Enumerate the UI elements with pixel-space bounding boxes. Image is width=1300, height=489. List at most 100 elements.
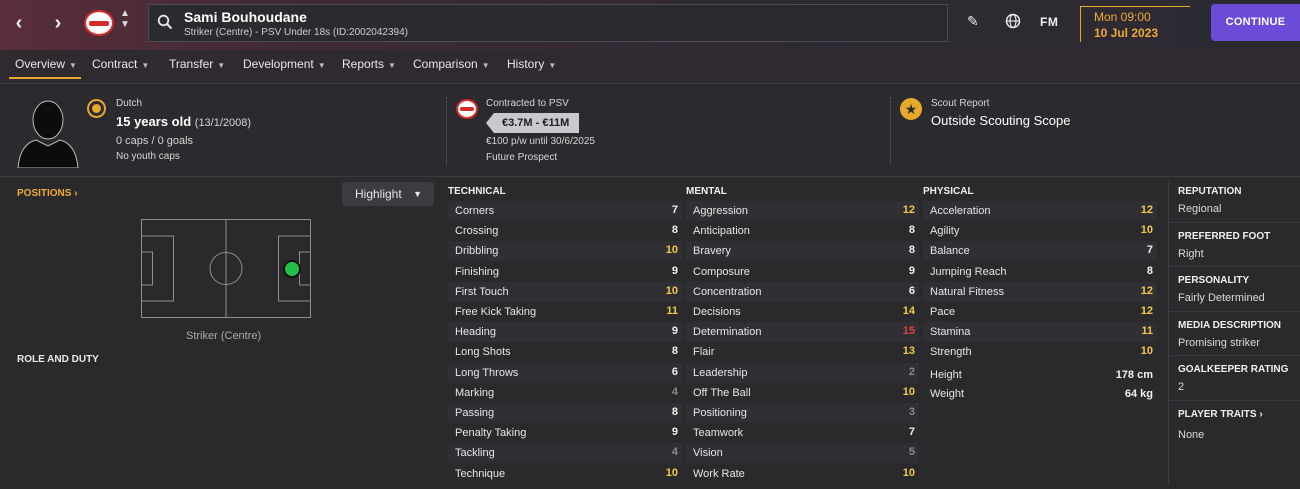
attribute-row[interactable]: Marking 4 — [448, 383, 682, 403]
attribute-row[interactable]: Vision 5 — [686, 443, 919, 464]
attribute-value: 9 — [671, 426, 678, 439]
attribute-row[interactable]: Composure 9 — [686, 262, 919, 282]
attribute-row[interactable]: Technique 10 — [448, 464, 682, 484]
attribute-value: 12 — [1140, 305, 1153, 317]
attribute-row[interactable]: Passing 8 — [448, 403, 682, 423]
height-row: Height 178 cm — [930, 369, 1155, 381]
attribute-value: 15 — [902, 325, 915, 338]
tab-label: Transfer — [169, 57, 214, 71]
tab-reports[interactable]: Reports ▼ — [342, 57, 396, 71]
attribute-value: 7 — [908, 426, 915, 439]
attribute-name: Leadership — [693, 366, 748, 379]
position-pitch[interactable] — [141, 219, 311, 318]
tab-label: Comparison — [413, 57, 478, 71]
attribute-name: Tackling — [455, 447, 495, 460]
tab-contract[interactable]: Contract ▼ — [92, 57, 149, 71]
attribute-row[interactable]: Positioning 3 — [686, 403, 919, 423]
youth-caps: No youth caps — [116, 151, 180, 162]
transfer-value-badge[interactable]: €3.7M - €11M — [486, 113, 580, 133]
attribute-row[interactable]: Tackling 4 — [448, 443, 682, 464]
scout-value[interactable]: Outside Scouting Scope — [931, 113, 1070, 128]
attribute-row[interactable]: Strength 10 — [923, 342, 1157, 362]
nationality-flag-icon[interactable] — [89, 101, 104, 116]
club-logo[interactable] — [456, 99, 478, 119]
attribute-name: Technique — [455, 467, 506, 480]
tab-development[interactable]: Development ▼ — [243, 57, 326, 71]
attribute-row[interactable]: Corners 7 — [448, 201, 682, 221]
forward-icon[interactable]: › — [48, 12, 68, 34]
attribute-row[interactable]: Aggression 12 — [686, 201, 919, 221]
attribute-row[interactable]: Anticipation 8 — [686, 221, 919, 241]
attribute-name: Crossing — [455, 225, 499, 238]
club-logo[interactable] — [84, 10, 114, 36]
attribute-value: 3 — [908, 406, 915, 418]
attribute-value: 5 — [908, 446, 915, 459]
back-icon[interactable]: ‹ — [9, 12, 29, 34]
player-cycle-arrows[interactable]: ▲ ▼ — [119, 8, 131, 30]
reputation-value: Regional — [1178, 203, 1222, 215]
tab-history[interactable]: History ▼ — [507, 57, 556, 71]
attribute-row[interactable]: Bravery 8 — [686, 241, 919, 262]
attribute-name: Long Shots — [455, 346, 511, 359]
attribute-row[interactable]: Pace 12 — [923, 302, 1157, 322]
chevron-up-icon[interactable]: ▲ — [119, 8, 131, 19]
divider — [1170, 266, 1300, 267]
attribute-row[interactable]: Crossing 8 — [448, 221, 682, 241]
fm-logo[interactable]: FM — [1040, 15, 1058, 29]
player-age: 15 years old (13/1/2008) — [116, 114, 251, 129]
attribute-value: 8 — [1146, 264, 1153, 277]
player-traits-link[interactable]: PLAYER TRAITS › — [1178, 409, 1263, 420]
attribute-row[interactable]: Teamwork 7 — [686, 423, 919, 443]
attribute-row[interactable]: Finishing 9 — [448, 262, 682, 282]
star-icon[interactable]: ★ — [900, 98, 922, 120]
attribute-value: 10 — [1140, 345, 1153, 358]
attribute-row[interactable]: Free Kick Taking 11 — [448, 302, 682, 322]
attribute-name: Work Rate — [693, 467, 745, 480]
globe-icon[interactable] — [1005, 13, 1021, 29]
highlight-dropdown[interactable]: Highlight ▼ — [342, 182, 434, 206]
attribute-name: Natural Fitness — [930, 285, 1004, 298]
attribute-row[interactable]: Penalty Taking 9 — [448, 423, 682, 443]
attribute-name: Vision — [693, 447, 723, 460]
attribute-row[interactable]: Off The Ball 10 — [686, 383, 919, 403]
attribute-row[interactable]: Acceleration 12 — [923, 201, 1157, 221]
weight-row: Weight 64 kg — [930, 388, 1155, 400]
tab-transfer[interactable]: Transfer ▼ — [169, 57, 225, 71]
preferred-foot-value: Right — [1178, 248, 1204, 260]
position-marker[interactable] — [283, 260, 301, 278]
edit-icon[interactable]: ✎ — [967, 13, 979, 30]
attribute-value: 10 — [665, 466, 678, 479]
attribute-row[interactable]: Determination 15 — [686, 322, 919, 343]
attribute-value: 12 — [1140, 204, 1153, 216]
personality-value: Fairly Determined — [1178, 292, 1265, 304]
attribute-value: 8 — [671, 224, 678, 237]
attribute-name: Bravery — [693, 245, 731, 258]
game-date[interactable]: Mon 09:00 10 Jul 2023 — [1080, 6, 1190, 42]
attribute-name: Free Kick Taking — [455, 306, 537, 318]
attribute-name: Balance — [930, 245, 970, 258]
attribute-row[interactable]: Long Shots 8 — [448, 342, 682, 362]
attribute-row[interactable]: Decisions 14 — [686, 302, 919, 322]
tab-comparison[interactable]: Comparison ▼ — [413, 57, 490, 71]
attribute-row[interactable]: Concentration 6 — [686, 281, 919, 302]
positions-link[interactable]: POSITIONS › — [17, 188, 78, 199]
player-search-box[interactable]: Sami Bouhoudane Striker (Centre) - PSV U… — [148, 4, 948, 42]
attribute-row[interactable]: Agility 10 — [923, 221, 1157, 241]
attribute-value: 7 — [1146, 244, 1153, 257]
tab-overview[interactable]: Overview ▼ — [9, 57, 81, 79]
attribute-row[interactable]: Balance 7 — [923, 241, 1157, 262]
chevron-down-icon[interactable]: ▼ — [119, 19, 131, 30]
continue-button[interactable]: CONTINUE — [1211, 4, 1300, 41]
attribute-row[interactable]: Long Throws 6 — [448, 362, 682, 383]
attribute-row[interactable]: Leadership 2 — [686, 362, 919, 383]
attribute-row[interactable]: First Touch 10 — [448, 281, 682, 302]
attribute-row[interactable]: Flair 13 — [686, 342, 919, 362]
attribute-row[interactable]: Natural Fitness 12 — [923, 281, 1157, 302]
search-icon[interactable] — [157, 14, 173, 30]
attribute-row[interactable]: Jumping Reach 8 — [923, 262, 1157, 282]
attribute-row[interactable]: Work Rate 10 — [686, 464, 919, 484]
attribute-row[interactable]: Stamina 11 — [923, 322, 1157, 343]
tab-label: Overview — [15, 57, 66, 71]
attribute-row[interactable]: Dribbling 10 — [448, 241, 682, 262]
attribute-row[interactable]: Heading 9 — [448, 322, 682, 343]
